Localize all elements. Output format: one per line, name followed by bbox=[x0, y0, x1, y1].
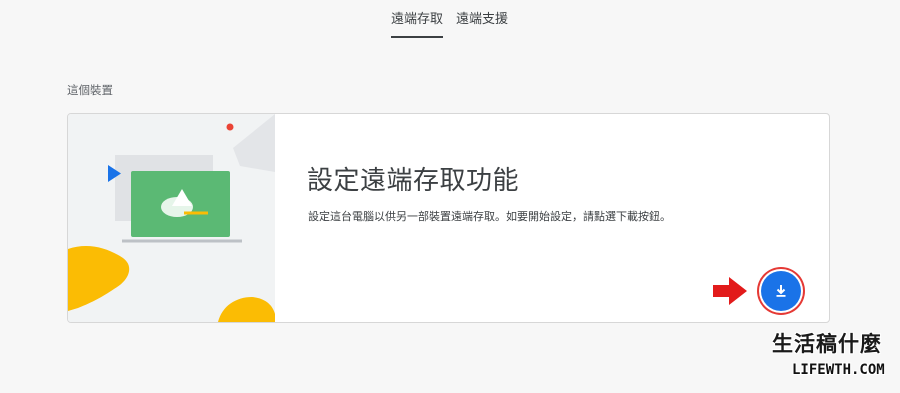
watermark: 生活稿什麼 LIFEWTH.COM bbox=[772, 328, 894, 378]
red-arrow-icon bbox=[713, 277, 747, 305]
card-description: 設定這台電腦以供另一部裝置遠端存取。如要開始設定，請點選下載按鈕。 bbox=[308, 210, 671, 223]
tab-bar: 遠端存取 遠端支援 bbox=[0, 0, 900, 40]
watermark-chinese: 生活稿什麼 bbox=[772, 331, 882, 356]
download-icon bbox=[776, 285, 786, 297]
card-title: 設定遠端存取功能 bbox=[307, 166, 520, 196]
remote-access-illustration bbox=[68, 114, 275, 322]
section-label-this-device: 這個裝置 bbox=[67, 83, 113, 97]
computer-illustration-icon bbox=[68, 114, 275, 322]
watermark-english: LIFEWTH.COM bbox=[792, 362, 885, 378]
tab-remote-support[interactable]: 遠端支援 bbox=[456, 8, 508, 36]
download-button[interactable] bbox=[761, 271, 801, 311]
tab-remote-access[interactable]: 遠端存取 bbox=[391, 8, 444, 38]
